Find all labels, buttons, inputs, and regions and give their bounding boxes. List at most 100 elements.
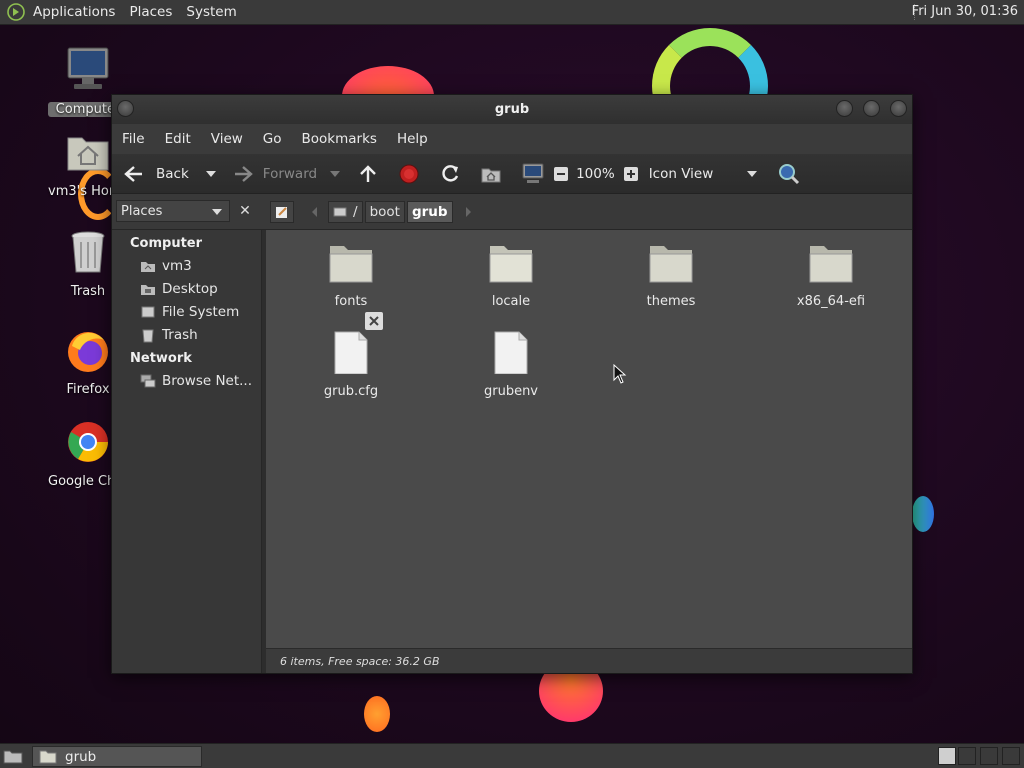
places-menu[interactable]: Places [129, 4, 172, 20]
breadcrumb-grub[interactable]: grub [406, 201, 453, 223]
show-desktop-icon[interactable] [3, 748, 23, 764]
status-bar: 6 items, Free space: 36.2 GB [266, 648, 912, 673]
mouse-pointer-icon [613, 364, 627, 384]
stop-icon[interactable] [398, 163, 420, 185]
breadcrumb: / boot grub [270, 200, 477, 224]
back-button[interactable]: Back [122, 164, 189, 184]
chevron-left-icon[interactable] [306, 205, 324, 219]
folder-icon [39, 750, 57, 763]
unreadable-emblem-icon [365, 312, 383, 330]
menu-file[interactable]: File [122, 131, 145, 147]
file-item-fonts[interactable]: fonts [291, 242, 411, 309]
file-item-locale[interactable]: locale [451, 242, 571, 309]
zoom-level: 100% [576, 165, 615, 182]
menu-help[interactable]: Help [397, 131, 428, 147]
file-name: grub.cfg [323, 384, 379, 399]
menu-edit[interactable]: Edit [165, 131, 191, 147]
close-sidebar-button[interactable]: ✕ [234, 200, 256, 222]
sidebar-item-label: Desktop [162, 281, 218, 297]
trash-icon [142, 329, 154, 343]
chrome-icon [68, 422, 108, 462]
folder-icon [809, 246, 853, 283]
chevron-down-icon [747, 170, 758, 177]
sidebar-item-file-system[interactable]: File System [140, 304, 239, 320]
view-mode-label: Icon View [648, 165, 714, 182]
file-item-grubenv[interactable]: grubenv [451, 328, 571, 399]
chevron-right-icon[interactable] [459, 205, 477, 219]
zoom-out-icon[interactable] [553, 166, 569, 182]
zoom-in-icon[interactable] [623, 166, 639, 182]
menu-bookmarks[interactable]: Bookmarks [302, 131, 377, 147]
text-file-icon [494, 331, 528, 375]
up-arrow-icon[interactable] [357, 163, 379, 185]
file-item-grub-cfg[interactable]: grub.cfg [291, 312, 411, 399]
sidebar-heading-computer: Computer [130, 236, 203, 251]
file-manager-window: grub File Edit View Go Bookmarks Help Ba… [111, 94, 913, 674]
breadcrumb-label: / [353, 204, 358, 220]
maximize-button[interactable] [863, 100, 880, 117]
file-view[interactable]: fonts locale themes x86_64-efi grub.cfg … [266, 230, 912, 648]
sidebar-item-label: Trash [162, 327, 198, 343]
back-arrow-icon [124, 165, 142, 182]
network-icon [140, 374, 156, 388]
file-name: fonts [334, 294, 368, 309]
sidebar-item-browse-network[interactable]: Browse Net... [140, 373, 252, 389]
desktop-icon [141, 285, 155, 295]
sidebar-item-desktop[interactable]: Desktop [140, 281, 218, 297]
reload-icon[interactable] [439, 163, 461, 185]
sidebar-item-vm3[interactable]: vm3 [140, 258, 192, 274]
workspace-2[interactable] [958, 747, 976, 765]
sidebar-mode-select[interactable]: Places [116, 200, 230, 222]
taskbar-button-grub[interactable]: grub [32, 746, 202, 767]
text-file-icon [334, 331, 368, 375]
forward-history-dropdown-icon[interactable] [327, 169, 343, 179]
file-name: themes [646, 294, 696, 309]
workspace-4[interactable] [1002, 747, 1020, 765]
search-icon[interactable] [777, 162, 801, 186]
file-item-x86_64-efi[interactable]: x86_64-efi [771, 242, 891, 309]
window-title: grub [494, 102, 530, 117]
breadcrumb-root[interactable]: / [328, 201, 363, 223]
status-text: 6 items, Free space: 36.2 GB [280, 654, 440, 668]
drive-icon [333, 207, 347, 217]
menu-view[interactable]: View [211, 131, 243, 147]
chevron-down-icon [212, 209, 222, 215]
taskbar-button-label: grub [65, 748, 97, 765]
view-mode-select[interactable]: Icon View [649, 166, 760, 182]
file-item-themes[interactable]: themes [611, 242, 731, 309]
home-icon [141, 262, 155, 272]
home-icon[interactable] [480, 164, 502, 184]
sidebar-heading-network: Network [130, 351, 192, 366]
workspace-3[interactable] [980, 747, 998, 765]
applications-menu[interactable]: Applications [33, 4, 115, 20]
file-name: locale [491, 294, 531, 309]
forward-arrow-icon [234, 165, 253, 182]
breadcrumb-boot[interactable]: boot [364, 201, 405, 223]
folder-icon [489, 246, 533, 283]
back-history-dropdown-icon[interactable] [203, 169, 219, 179]
window-titlebar[interactable]: grub [112, 95, 912, 124]
forward-label: Forward [262, 165, 318, 182]
minimize-button[interactable] [836, 100, 853, 117]
back-label: Back [156, 165, 189, 182]
menu-go[interactable]: Go [263, 131, 282, 147]
system-menu[interactable]: System [186, 4, 236, 20]
wallpaper-blob [912, 496, 934, 532]
sidebar-item-label: Browse Net... [162, 373, 253, 389]
toggle-location-entry-button[interactable] [270, 201, 294, 223]
mate-logo-icon[interactable] [7, 3, 25, 21]
menubar: File Edit View Go Bookmarks Help [112, 124, 912, 154]
workspace-1[interactable] [938, 747, 956, 765]
sidebar-item-trash[interactable]: Trash [140, 327, 198, 343]
places-sidebar: Computer vm3 Desktop File System Trash N… [112, 230, 262, 673]
close-button[interactable] [890, 100, 907, 117]
firefox-icon [68, 332, 108, 372]
clock[interactable]: Fri Jun 30, 01:36 [912, 4, 1018, 19]
sidebar-mode-label: Places [121, 203, 163, 219]
folder-icon [649, 246, 693, 283]
zoom-control[interactable]: 100% [553, 166, 639, 182]
forward-button[interactable]: Forward [231, 164, 317, 184]
computer-icon[interactable] [521, 163, 545, 185]
toolbar: Back Forward 100% Icon View [112, 154, 912, 194]
window-menu-button[interactable] [117, 100, 134, 117]
